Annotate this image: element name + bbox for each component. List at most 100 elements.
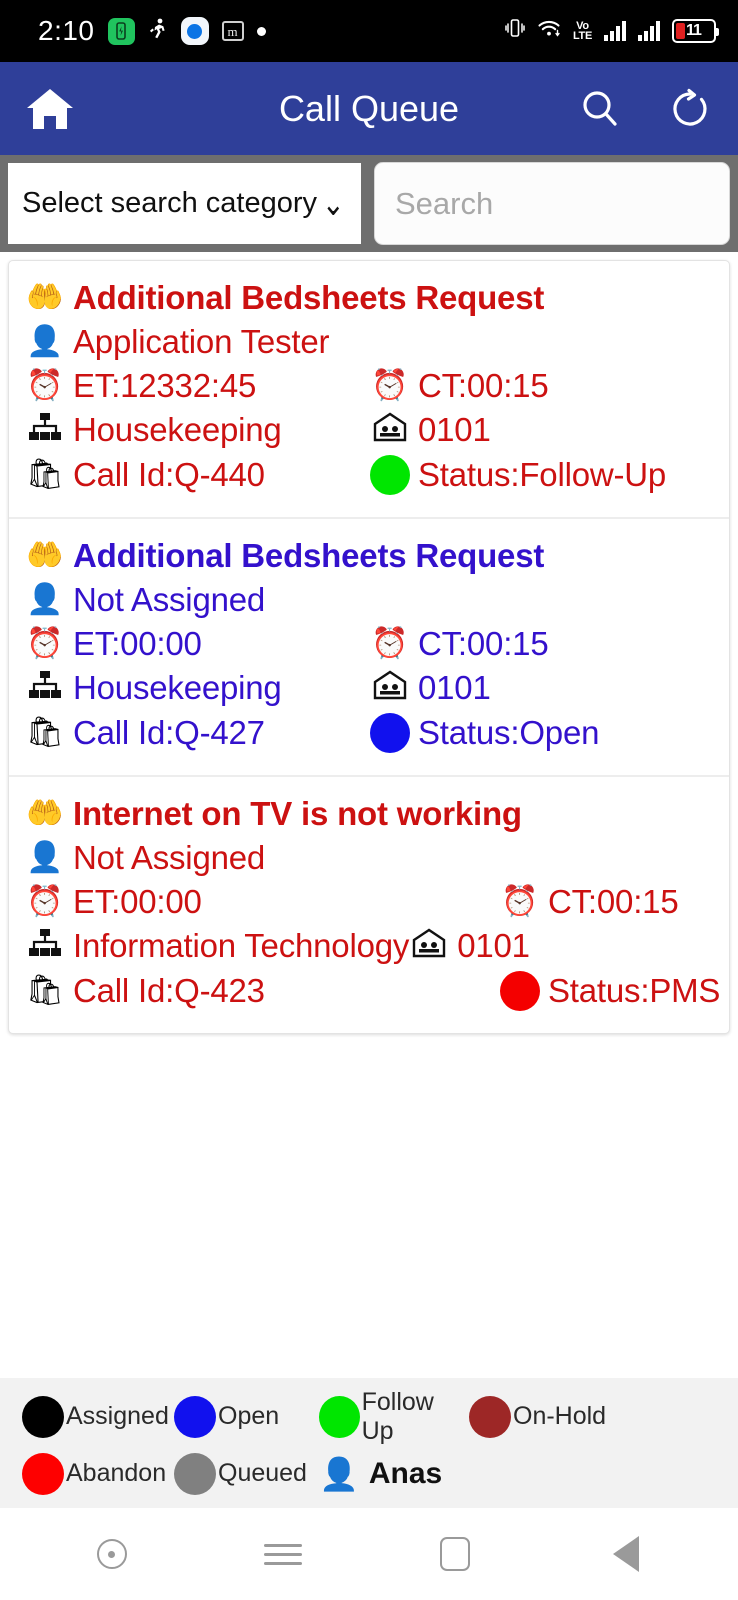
legend-dot-icon	[174, 1452, 216, 1495]
system-nav-bar	[0, 1508, 738, 1600]
status-bar-right: Vo LTE 11	[505, 17, 719, 45]
refresh-icon[interactable]	[666, 85, 714, 133]
card-call-id-value: Q-440	[174, 456, 265, 493]
card-title-row: 🤲 Internet on TV is not working	[25, 795, 713, 833]
legend-dot-icon	[174, 1395, 216, 1438]
home-square-button[interactable]	[420, 1524, 490, 1584]
signal-sim1-icon	[604, 21, 626, 41]
card-ct: ⏰ CT: 00:15	[500, 883, 679, 921]
request-icon: 🤲	[26, 539, 64, 572]
legend-dot-icon	[469, 1395, 511, 1438]
card-time-row: ⏰ ET: 12332:45 ⏰ CT: 00:15	[25, 367, 713, 405]
legend-item-assigned: Assigned	[22, 1395, 174, 1438]
search-category-dropdown[interactable]: Select search category ⌄	[8, 163, 361, 244]
card-status: Status: PMS	[500, 971, 720, 1011]
card-dept-row: Housekeeping 0101	[25, 411, 713, 449]
card-room-value: 0101	[418, 669, 491, 706]
card-ct-value: 00:15	[596, 883, 679, 920]
app-root: 2:10 m Vo LTE 11 Call Queue Select searc…	[0, 0, 738, 1600]
call-card[interactable]: 🤲 Internet on TV is not working 👤 Not As…	[9, 777, 729, 1033]
search-row: Select search category ⌄ Search	[0, 155, 738, 252]
user-avatar-icon: 👤	[319, 1455, 359, 1492]
legend-item-abandon: Abandon	[22, 1452, 174, 1495]
recent-circle-button[interactable]	[77, 1524, 147, 1584]
legend-row-1: Assigned Open Follow Up On-Hold	[22, 1388, 716, 1445]
search-category-label: Select search category	[22, 187, 317, 219]
card-id-row: 🛍 Call Id: Q-440 Status: Follow-Up	[25, 455, 713, 495]
card-ct: ⏰ CT: 00:15	[370, 625, 548, 663]
card-title-row: 🤲 Additional Bedsheets Request	[25, 279, 713, 317]
card-title: Additional Bedsheets Request	[73, 279, 545, 316]
request-icon: 🤲	[26, 281, 64, 314]
battery-icon: 11	[672, 19, 719, 43]
running-person-icon	[148, 18, 168, 44]
room-icon	[370, 670, 410, 706]
person-icon: 👤	[26, 841, 64, 874]
card-ct-prefix: CT:	[418, 367, 467, 404]
card-status: Status: Follow-Up	[370, 455, 666, 495]
home-icon[interactable]	[22, 81, 78, 137]
request-icon: 🤲	[26, 797, 64, 830]
card-status-prefix: Status:	[548, 972, 650, 1009]
card-title-row: 🤲 Additional Bedsheets Request	[25, 537, 713, 575]
card-call-id-prefix: Call Id:	[73, 714, 175, 751]
status-dot-icon	[370, 713, 410, 753]
person-icon: 👤	[26, 583, 64, 616]
clock-icon: ⏰	[26, 369, 64, 402]
card-assignee-row: 👤 Application Tester	[25, 323, 713, 361]
call-card-stack: 🤲 Additional Bedsheets Request 👤 Applica…	[8, 260, 730, 1034]
battery-saver-icon	[107, 17, 135, 45]
signal-sim2-icon	[638, 21, 660, 41]
card-ct-prefix: CT:	[418, 625, 467, 662]
department-icon	[25, 928, 65, 964]
card-department-value: Housekeeping	[73, 411, 282, 448]
eye-app-icon	[180, 17, 209, 45]
notification-dot-icon	[256, 26, 266, 36]
card-status: Status: Open	[370, 713, 599, 753]
search-icon[interactable]	[576, 85, 624, 133]
card-call-id-value: Q-423	[174, 972, 265, 1009]
card-status-value: Follow-Up	[519, 456, 667, 493]
clock-icon: ⏰	[26, 885, 64, 918]
clock-icon: ⏰	[371, 369, 409, 402]
card-et-value: 12332:45	[120, 367, 257, 404]
card-et: ⏰ ET: 12332:45	[25, 367, 370, 405]
card-et-prefix: ET:	[73, 367, 121, 404]
card-room: 0101	[370, 411, 491, 449]
back-button[interactable]	[591, 1524, 661, 1584]
card-call-id-value: Q-427	[174, 714, 265, 751]
porter-icon: 🛍	[25, 458, 65, 491]
m-app-icon: m	[221, 21, 244, 41]
room-icon	[370, 412, 410, 448]
card-department-value: Information Technology	[73, 927, 410, 964]
current-user[interactable]: 👤 Anas	[319, 1457, 442, 1491]
card-et-value: 00:00	[120, 625, 202, 662]
card-assignee-row: 👤 Not Assigned	[25, 581, 713, 619]
call-card[interactable]: 🤲 Additional Bedsheets Request 👤 Not Ass…	[9, 519, 729, 777]
card-status-prefix: Status:	[418, 456, 520, 493]
card-room: 0101	[370, 669, 491, 707]
card-et: ⏰ ET: 00:00	[25, 625, 370, 663]
card-assignee: Not Assigned	[73, 581, 266, 618]
card-ct-value: 00:15	[466, 367, 549, 404]
battery-fill	[676, 23, 685, 39]
card-assignee-row: 👤 Not Assigned	[25, 839, 713, 877]
department-icon	[25, 670, 65, 706]
status-dot-icon	[370, 455, 410, 495]
search-input[interactable]: Search	[374, 162, 730, 245]
user-name: Anas	[368, 1456, 443, 1490]
legend-label: Assigned	[66, 1402, 169, 1430]
menu-button[interactable]	[248, 1524, 318, 1584]
call-card[interactable]: 🤲 Additional Bedsheets Request 👤 Applica…	[9, 261, 729, 519]
card-ct-prefix: CT:	[548, 883, 597, 920]
legend-dot-icon	[319, 1395, 360, 1438]
card-time-row: ⏰ ET: 00:00 ⏰ CT: 00:15	[25, 625, 713, 663]
legend-label: Queued	[218, 1459, 307, 1487]
card-department: Housekeeping	[25, 669, 370, 707]
battery-level: 11	[686, 22, 702, 39]
card-id-row: 🛍 Call Id: Q-423 Status: PMS	[25, 971, 720, 1011]
legend-dot-icon	[22, 1395, 64, 1438]
card-dept-row: Housekeeping 0101	[25, 669, 713, 707]
card-et-prefix: ET:	[73, 625, 121, 662]
card-et: ⏰ ET: 00:00	[25, 883, 500, 921]
